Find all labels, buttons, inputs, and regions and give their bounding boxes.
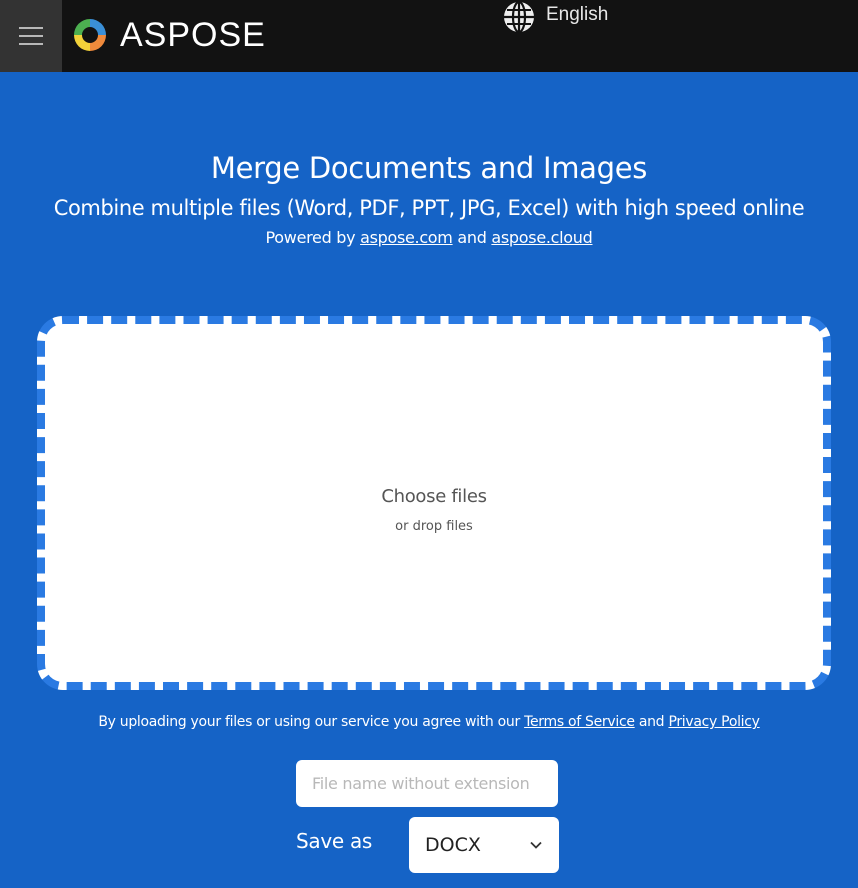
terms-prefix: By uploading your files or using our ser… (98, 714, 520, 730)
terms-and: and (638, 714, 665, 730)
aspose-cloud-link[interactable]: aspose.cloud (491, 228, 592, 247)
language-selector[interactable]: English (500, 0, 608, 34)
hamburger-icon-line (19, 43, 43, 45)
aspose-swirl-logo-icon (74, 19, 106, 51)
save-as-label: Save as (296, 829, 373, 853)
top-header: ASPOSE English (0, 0, 858, 72)
privacy-policy-link[interactable]: Privacy Policy (668, 714, 760, 730)
aspose-com-link[interactable]: aspose.com (360, 228, 453, 247)
powered-prefix: Powered by (265, 228, 356, 247)
hamburger-menu-button[interactable] (0, 0, 62, 72)
hamburger-icon-line (19, 35, 43, 37)
selected-format: DOCX (425, 834, 481, 856)
chevron-down-icon (530, 841, 542, 849)
powered-and: and (457, 228, 487, 247)
hamburger-icon-line (19, 27, 43, 29)
aspose-logo-link[interactable]: ASPOSE (70, 15, 266, 55)
terms-notice: By uploading your files or using our ser… (0, 714, 858, 730)
page-title: Merge Documents and Images (210, 151, 648, 185)
powered-by: Powered by aspose.com and aspose.cloud (0, 223, 858, 253)
globe-icon (504, 0, 534, 34)
page-subtitle: Combine multiple files (Word, PDF, PPT, … (53, 196, 805, 220)
language-label: English (546, 4, 609, 25)
brand-name: ASPOSE (120, 15, 266, 54)
terms-of-service-link[interactable]: Terms of Service (524, 714, 635, 730)
drop-files-hint: or drop files (395, 519, 473, 534)
choose-files-button[interactable]: Choose files (45, 486, 823, 507)
hero-section: Merge Documents and Images Combine multi… (0, 148, 858, 253)
file-drop-zone[interactable]: Choose files or drop files (37, 316, 831, 690)
filename-input[interactable] (296, 760, 558, 807)
output-format-select[interactable]: DOCX (409, 817, 559, 873)
